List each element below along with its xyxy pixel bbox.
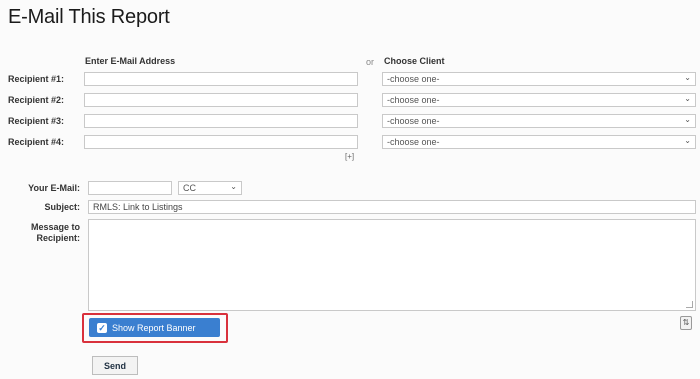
page-title: E-Mail This Report	[8, 6, 170, 28]
client-column-header: Choose Client	[384, 56, 445, 66]
chevron-down-icon: ⌄	[684, 94, 691, 103]
email-column-header: Enter E-Mail Address	[85, 56, 176, 66]
recipient-1-client-select[interactable]: -choose one- ⌄	[382, 72, 696, 86]
your-email-input[interactable]	[88, 181, 172, 195]
recipient-4-client-value: -choose one-	[387, 137, 440, 147]
recipient-3-client-select[interactable]: -choose one- ⌄	[382, 114, 696, 128]
recipient-2-client-select[interactable]: -choose one- ⌄	[382, 93, 696, 107]
recipient-3-client-value: -choose one-	[387, 116, 440, 126]
recipient-1-client-value: -choose one-	[387, 74, 440, 84]
cc-select[interactable]: CC ⌄	[178, 181, 242, 195]
chevron-down-icon: ⌄	[684, 73, 691, 82]
recipient-1-label: Recipient #1:	[8, 74, 65, 84]
send-button[interactable]: Send	[92, 356, 138, 375]
recipient-2-label: Recipient #2:	[8, 95, 65, 105]
recipient-2-client-value: -choose one-	[387, 95, 440, 105]
add-recipient-link[interactable]: [+]	[345, 152, 354, 161]
show-report-banner-toggle[interactable]: ✓ Show Report Banner	[89, 318, 220, 337]
message-textarea[interactable]	[88, 219, 696, 311]
subject-input[interactable]	[88, 200, 696, 214]
show-report-banner-label: Show Report Banner	[112, 322, 196, 333]
subject-label: Subject:	[44, 202, 80, 212]
or-separator: or	[366, 57, 375, 67]
checkbox-checked-icon[interactable]: ✓	[97, 322, 107, 333]
recipient-3-label: Recipient #3:	[8, 116, 65, 126]
your-email-label: Your E-Mail:	[28, 183, 80, 193]
recipient-4-client-select[interactable]: -choose one- ⌄	[382, 135, 696, 149]
recipient-4-email-input[interactable]	[84, 135, 358, 149]
resize-grip-icon[interactable]	[686, 301, 693, 308]
chevron-down-icon: ⌄	[684, 115, 691, 124]
cc-select-value: CC	[183, 183, 196, 193]
recipient-4-label: Recipient #4:	[8, 137, 65, 147]
recipient-1-email-input[interactable]	[84, 72, 358, 86]
recipient-3-email-input[interactable]	[84, 114, 358, 128]
recipient-2-email-input[interactable]	[84, 93, 358, 107]
chevron-down-icon: ⌄	[684, 136, 691, 145]
chevron-down-icon: ⌄	[230, 182, 237, 191]
message-label: Message to Recipient:	[30, 222, 80, 243]
spellcheck-icon[interactable]: ⇅	[680, 316, 692, 330]
